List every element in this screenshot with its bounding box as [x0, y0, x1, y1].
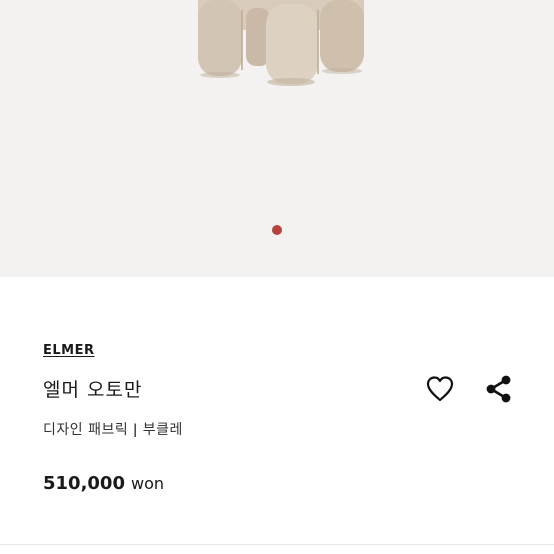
share-icon[interactable]: [484, 374, 514, 404]
product-title: 엘머 오토만: [43, 379, 143, 401]
heart-icon[interactable]: [424, 373, 456, 405]
product-image-gallery[interactable]: [0, 0, 554, 277]
divider: [0, 544, 554, 545]
price-unit: won: [130, 474, 164, 493]
brand-name[interactable]: ELMER: [43, 343, 95, 358]
price-amount: 510,000: [43, 473, 125, 494]
product-price: 510,000 won: [43, 473, 164, 494]
gallery-page-indicator[interactable]: [272, 225, 282, 235]
product-image: [198, 0, 364, 86]
product-subtitle: 디자인 패브릭 ǀ 부클레: [43, 422, 183, 438]
